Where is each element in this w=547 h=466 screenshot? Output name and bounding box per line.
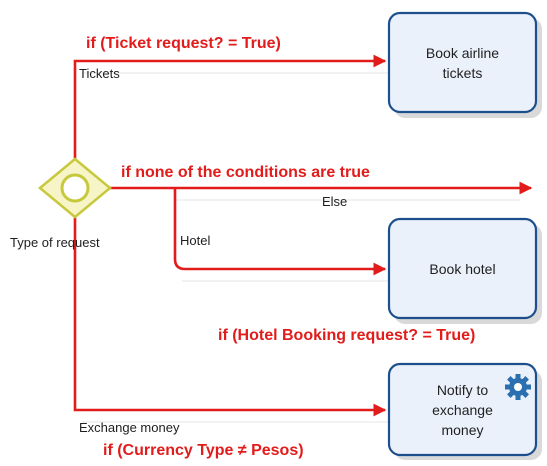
task-label-airline: Book airline tickets xyxy=(425,44,500,81)
flow-exchange-money[interactable] xyxy=(73,217,387,417)
condition-none-true: if none of the conditions are true xyxy=(121,164,370,181)
flow-label-hotel: Hotel xyxy=(180,233,211,248)
flow-tickets[interactable] xyxy=(73,54,387,159)
task-label-notify: Notify to exchange money xyxy=(432,381,493,438)
inclusive-gateway-icon[interactable] xyxy=(38,157,112,219)
condition-hotel-booking: if (Hotel Booking request? = True) xyxy=(218,327,476,344)
condition-currency-type: if (Currency Type ≠ Pesos) xyxy=(103,442,304,459)
flow-label-else: Else xyxy=(322,194,348,209)
flow-label-exchange-money: Exchange money xyxy=(79,420,180,435)
task-label-hotel: Book hotel xyxy=(429,260,496,277)
condition-ticket-request: if (Ticket request? = True) xyxy=(86,35,281,52)
flow-label-tickets: Tickets xyxy=(79,66,120,81)
gateway-label: Type of request xyxy=(10,235,100,250)
